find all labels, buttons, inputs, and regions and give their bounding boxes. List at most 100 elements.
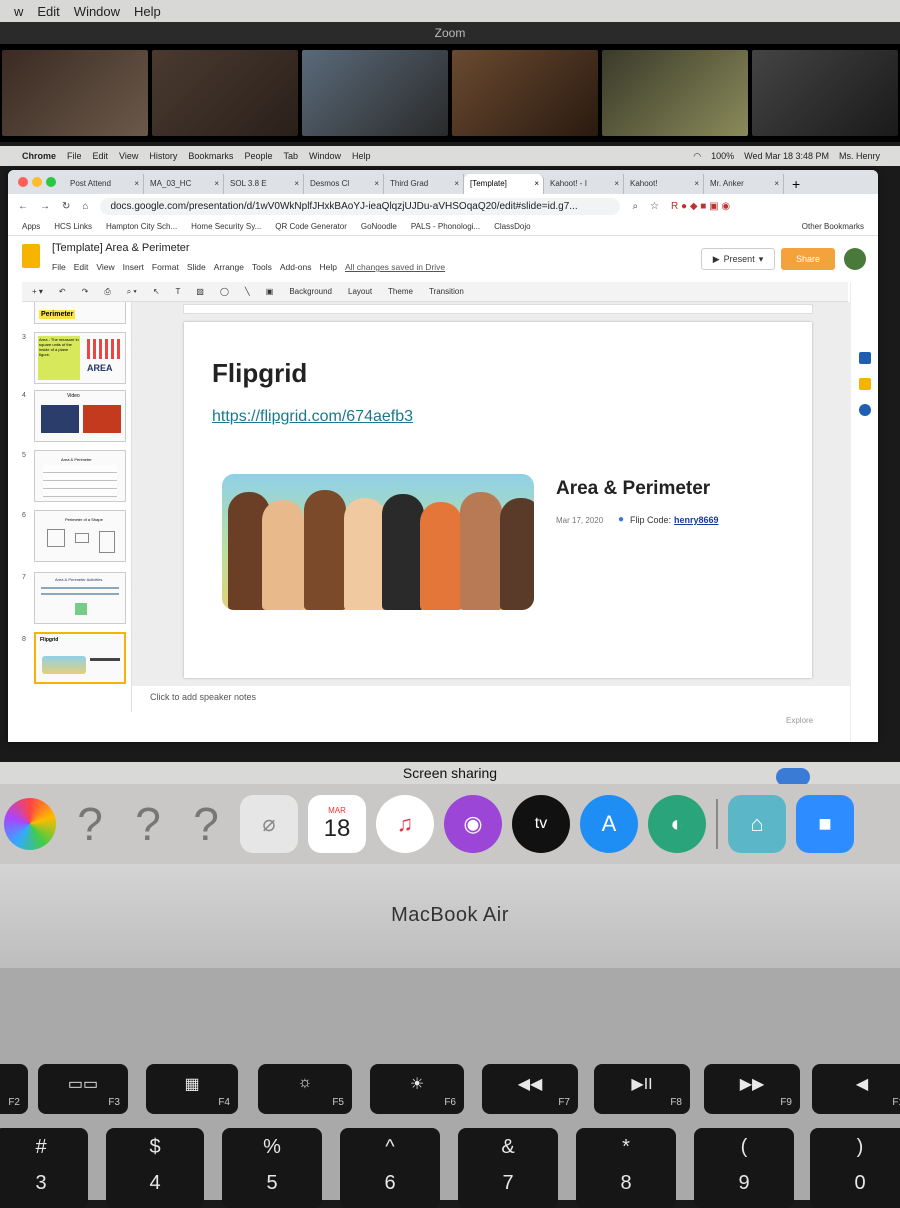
theme-button[interactable]: Theme [384,285,417,298]
flip-code-link[interactable]: henry8669 [674,515,719,525]
bookmark-item[interactable]: PALS - Phonologi... [411,222,480,231]
print-icon[interactable]: ⎙ [100,285,114,299]
transition-button[interactable]: Transition [425,285,468,298]
photos-icon[interactable] [4,798,56,850]
key-f6[interactable]: ☀ F6 [370,1064,464,1114]
bookmark-item[interactable]: ClassDojo [494,222,530,231]
unknown-app-icon[interactable]: ? [124,795,172,853]
kids-banner-image[interactable] [222,474,534,610]
menu-item[interactable]: Tab [283,151,298,161]
key-8[interactable]: * 8 [576,1128,676,1208]
forward-icon[interactable]: → [40,201,50,212]
menu-item[interactable]: Window [309,151,341,161]
menu-item[interactable]: Help [134,4,161,19]
bookmark-item[interactable]: Hampton City Sch... [106,222,177,231]
menu-item[interactable]: Edit [93,151,109,161]
menu-help[interactable]: Help [320,262,337,272]
card-title[interactable]: Area & Perimeter [556,478,710,500]
browser-tab[interactable]: MA_03_HC × [144,174,224,194]
maximize-window-icon[interactable] [46,177,56,187]
share-button[interactable]: Share [781,248,835,270]
user-name[interactable]: Ms. Henry [839,151,880,162]
key-5[interactable]: % 5 [222,1128,322,1208]
slide-thumbnail[interactable]: Area - The measure in square units of th… [34,332,126,384]
extension-icons[interactable]: R ● ◆ ■ ▣ ◉ [671,201,730,212]
zoom-icon[interactable]: ⌕ ▾ [123,285,141,299]
key-f5[interactable]: ☼ F5 [258,1064,352,1114]
menu-tools[interactable]: Tools [252,262,272,272]
menu-item[interactable]: People [244,151,272,161]
close-window-icon[interactable] [18,177,28,187]
back-icon[interactable]: ← [18,201,28,212]
bookmark-item[interactable]: Home Security Sy... [191,222,261,231]
unknown-app-icon[interactable]: ? [66,795,114,853]
folder-icon[interactable]: ⌂ [728,795,786,853]
menu-arrange[interactable]: Arrange [214,262,244,272]
browser-tab[interactable]: Desmos Cl × [304,174,384,194]
new-slide-icon[interactable]: + ▾ [28,285,47,298]
video-tile[interactable] [2,50,148,136]
menu-item[interactable]: Help [352,151,371,161]
redo-icon[interactable]: ↷ [78,285,93,298]
textbox-icon[interactable]: T [172,285,185,298]
calendar-app-icon[interactable]: MAR 18 [308,795,366,853]
key-9[interactable]: (9 [694,1128,794,1208]
menu-item[interactable]: Bookmarks [188,151,233,161]
key-f9[interactable]: ▶▶ F9 [704,1064,800,1114]
menu-item[interactable]: File [67,151,82,161]
slides-logo-icon[interactable] [22,244,40,268]
browser-tab[interactable]: SOL 3.8 E × [224,174,304,194]
video-tile[interactable] [152,50,298,136]
comment-icon[interactable]: ▣ [262,285,278,298]
calendar-icon[interactable] [859,352,871,364]
menu-view[interactable]: View [96,262,114,272]
bookmark-item[interactable]: QR Code Generator [275,222,347,231]
menu-format[interactable]: Format [152,262,179,272]
chevron-down-icon[interactable]: ▾ [759,254,764,265]
tasks-icon[interactable] [859,404,871,416]
bookmark-item[interactable]: Apps [22,222,40,231]
slide-thumbnail[interactable]: Perimeter [34,302,126,324]
unknown-app-icon[interactable]: ? [182,795,230,853]
menu-addons[interactable]: Add-ons [280,262,312,272]
flipgrid-link[interactable]: https://flipgrid.com/674aefb3 [212,408,413,426]
browser-tab[interactable]: Third Grad × [384,174,464,194]
browser-tab[interactable]: Kahoot! × [624,174,704,194]
present-button[interactable]: ▶ Present ▾ [701,248,775,270]
video-tile[interactable] [452,50,598,136]
battery-text[interactable]: 100% [711,151,734,162]
video-tile[interactable] [602,50,748,136]
key-f2[interactable]: F2 [0,1064,28,1114]
image-icon[interactable]: ▨ [192,285,208,298]
key-0[interactable]: ) 0 [810,1128,900,1208]
sync-app-icon[interactable]: ◐ [648,795,706,853]
bookmark-item[interactable]: GoNoodle [361,222,397,231]
slide-canvas[interactable]: Flipgrid https://flipgrid.com/674aefb3 A… [184,322,812,678]
key-7[interactable]: & 7 [458,1128,558,1208]
bookmark-item[interactable]: HCS Links [54,222,92,231]
slide-thumbnail[interactable]: Area & Perimeter [34,450,126,502]
menu-item[interactable]: Edit [37,4,59,19]
key-3[interactable]: #3 [0,1128,88,1208]
save-status[interactable]: All changes saved in Drive [345,262,445,272]
wifi-icon[interactable]: ◠ [693,151,701,162]
explore-button[interactable]: Explore [786,716,813,725]
podcasts-icon[interactable]: ◉ [444,795,502,853]
other-bookmarks[interactable]: Other Bookmarks [802,222,878,231]
search-icon[interactable]: ⌕ [632,201,638,212]
minimize-window-icon[interactable] [32,177,42,187]
browser-tab[interactable]: Mr. Anker × [704,174,784,194]
reload-icon[interactable]: ↻ [62,201,70,212]
menu-item[interactable]: w [14,4,23,19]
keep-icon[interactable] [859,378,871,390]
video-tile[interactable] [752,50,898,136]
music-icon[interactable]: ♫ [376,795,434,853]
menu-item[interactable]: Window [74,4,120,19]
menu-item[interactable]: History [149,151,177,161]
menu-insert[interactable]: Insert [123,262,144,272]
browser-tab-active[interactable]: [Template] × [464,174,544,194]
line-icon[interactable]: ╲ [241,285,254,298]
key-f7[interactable]: ◀◀ F7 [482,1064,578,1114]
slide-thumbnail[interactable]: Perimeter of a Shape [34,510,126,562]
key-f4[interactable]: ▦ F4 [146,1064,238,1114]
